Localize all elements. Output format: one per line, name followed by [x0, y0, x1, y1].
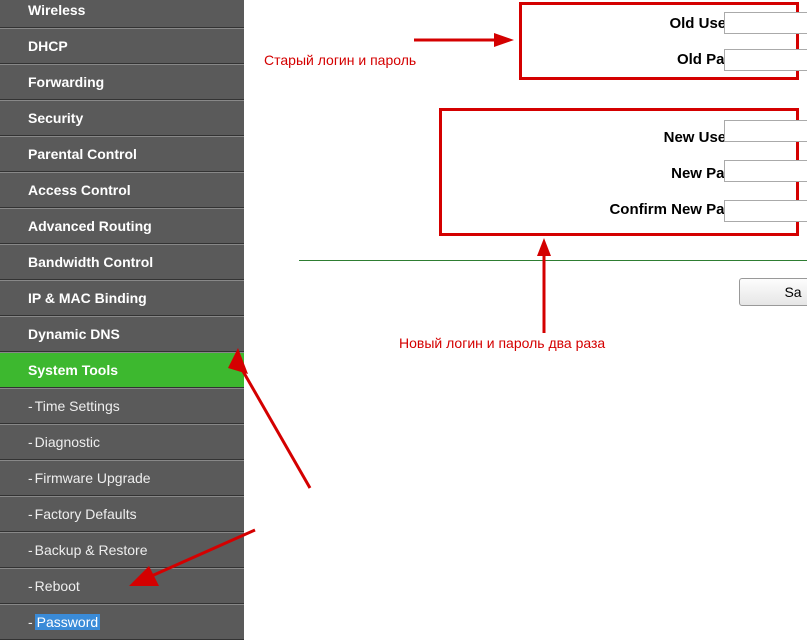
sidebar-sub-backup-restore[interactable]: -Backup & Restore — [0, 532, 244, 568]
sidebar-sub-diagnostic[interactable]: -Diagnostic — [0, 424, 244, 460]
annotation-old: Старый логин и пароль — [264, 52, 416, 68]
sidebar: Wireless DHCP Forwarding Security Parent… — [0, 0, 244, 625]
save-button[interactable]: Sa — [739, 278, 807, 306]
sidebar-item-forwarding[interactable]: Forwarding — [0, 64, 244, 100]
confirm-password-input[interactable] — [724, 200, 807, 222]
sidebar-sub-firmware-upgrade[interactable]: -Firmware Upgrade — [0, 460, 244, 496]
sidebar-item-advanced-routing[interactable]: Advanced Routing — [0, 208, 244, 244]
sidebar-sub-factory-defaults[interactable]: -Factory Defaults — [0, 496, 244, 532]
sidebar-item-parental-control[interactable]: Parental Control — [0, 136, 244, 172]
arrow-new-icon — [534, 238, 554, 333]
content-area: Old User Name: Old Password: New User Na… — [244, 0, 807, 625]
annotation-new: Новый логин и пароль два раза — [399, 335, 605, 351]
old-password-input[interactable] — [724, 49, 807, 71]
sidebar-item-wireless[interactable]: Wireless — [0, 0, 244, 28]
sidebar-sub-reboot[interactable]: -Reboot — [0, 568, 244, 604]
sidebar-item-dhcp[interactable]: DHCP — [0, 28, 244, 64]
old-username-input[interactable] — [724, 12, 807, 34]
sidebar-item-dynamic-dns[interactable]: Dynamic DNS — [0, 316, 244, 352]
arrow-old-icon — [414, 30, 514, 50]
new-username-input[interactable] — [724, 120, 807, 142]
sidebar-item-ip-mac-binding[interactable]: IP & MAC Binding — [0, 280, 244, 316]
sidebar-sub-password[interactable]: -Password — [0, 604, 244, 640]
sidebar-sub-time-settings[interactable]: -Time Settings — [0, 388, 244, 424]
section-divider — [299, 260, 807, 261]
sidebar-item-security[interactable]: Security — [0, 100, 244, 136]
sidebar-item-bandwidth-control[interactable]: Bandwidth Control — [0, 244, 244, 280]
sidebar-item-system-tools[interactable]: System Tools — [0, 352, 244, 388]
new-password-input[interactable] — [724, 160, 807, 182]
sidebar-item-access-control[interactable]: Access Control — [0, 172, 244, 208]
